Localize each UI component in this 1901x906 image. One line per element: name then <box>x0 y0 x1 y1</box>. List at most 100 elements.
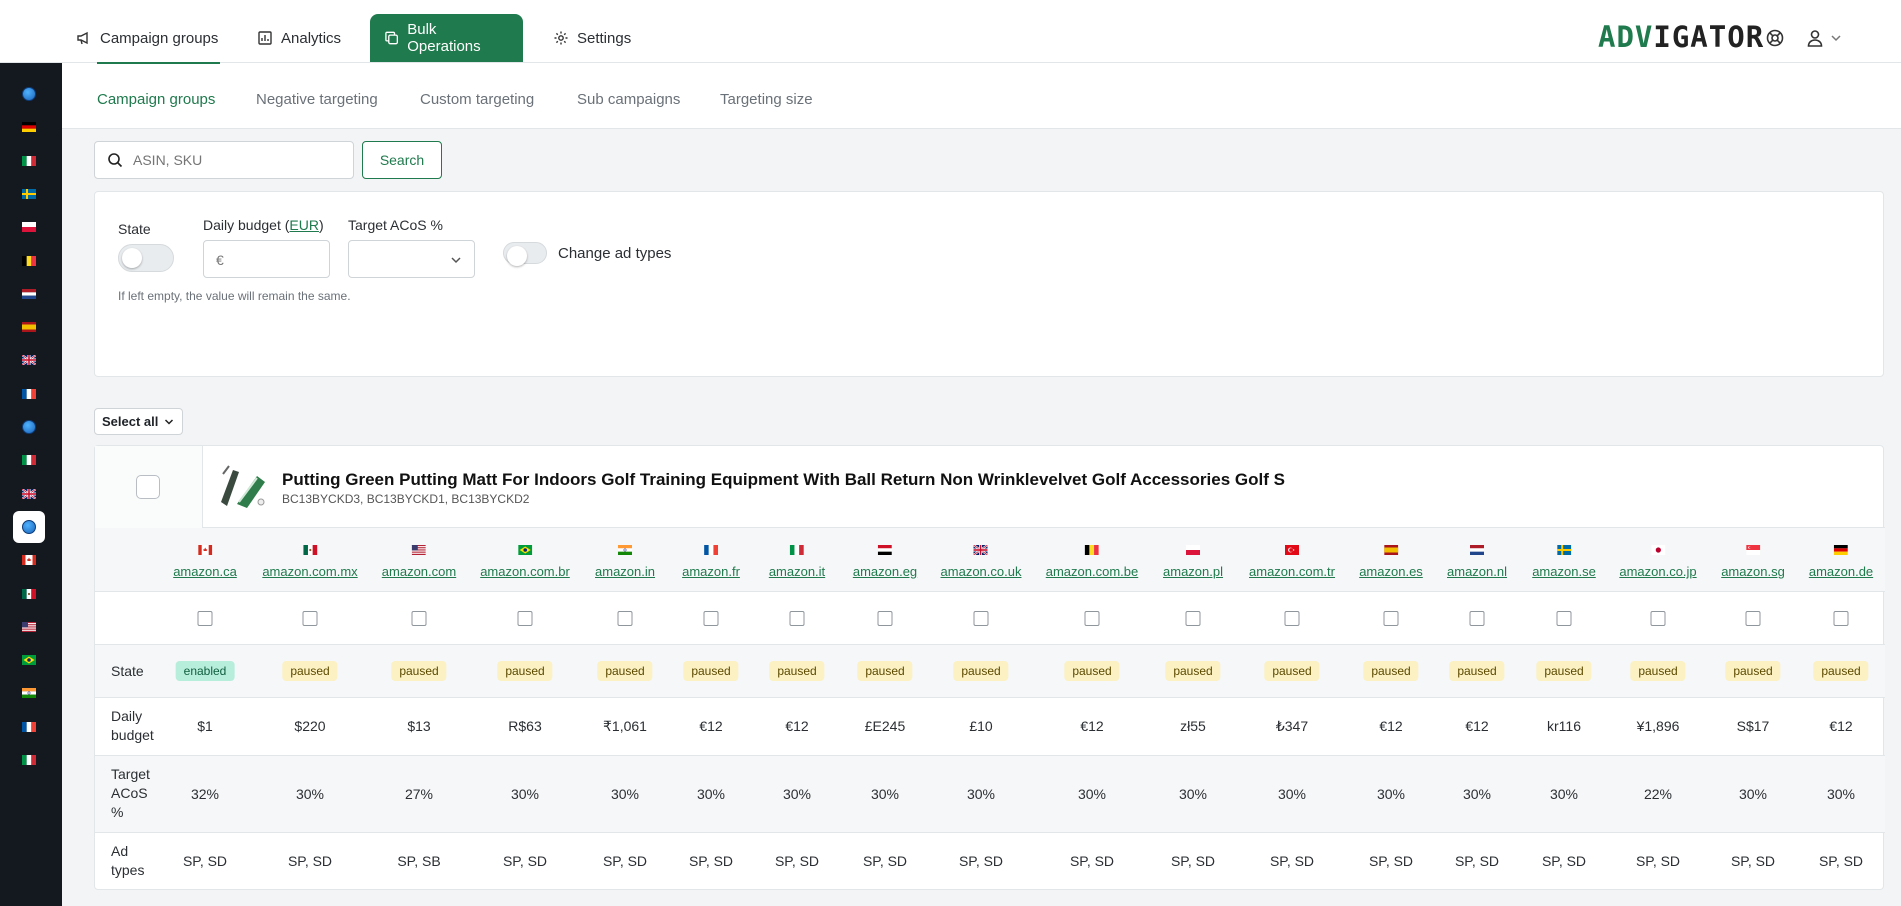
target-acos-select[interactable] <box>348 240 475 278</box>
marketplace-link[interactable]: amazon.se <box>1532 564 1596 579</box>
marketplace-checkbox[interactable] <box>517 611 533 626</box>
marketplace-checkbox[interactable] <box>973 611 989 626</box>
marketplace-link[interactable]: amazon.co.uk <box>941 564 1022 579</box>
sidebar-flag-fr[interactable] <box>13 711 45 743</box>
flag-icon <box>262 542 357 558</box>
advigator-logo[interactable]: ADVIGATOR <box>1598 20 1764 54</box>
sidebar-flag-it[interactable] <box>13 744 45 776</box>
daily-budget-input[interactable]: € <box>203 240 330 278</box>
marketplace-checkbox[interactable] <box>302 611 318 626</box>
sidebar-flag-pl[interactable] <box>13 211 45 243</box>
user-icon[interactable] <box>1805 28 1825 48</box>
subtab-targeting-size[interactable]: Targeting size <box>720 91 813 108</box>
sidebar-flag-fr[interactable] <box>13 378 45 410</box>
subtab-sub-campaigns[interactable]: Sub campaigns <box>577 91 680 108</box>
sidebar-flag-br[interactable] <box>13 644 45 676</box>
search-field[interactable] <box>94 141 354 179</box>
currency-link[interactable]: EUR <box>289 217 319 233</box>
target-acos-row: Target ACoS% 32% 30% 27% 30% 30% 30% 30% 30% 30% 3… <box>95 756 1885 833</box>
ad-types-value: SP, SD <box>862 853 908 869</box>
marketplace-checkbox[interactable] <box>411 611 427 626</box>
marketplace-link[interactable]: amazon.nl <box>1447 564 1507 579</box>
marketplace-checkbox[interactable] <box>197 611 213 626</box>
subtab-campaign-groups[interactable]: Campaign groups <box>97 91 215 108</box>
ad-types-row-label: Ad types <box>111 843 145 878</box>
flag-icon <box>1721 542 1785 558</box>
marketplace-select-de <box>1833 611 1849 626</box>
marketplace-link[interactable]: amazon.pl <box>1163 564 1223 579</box>
sidebar-flag-us[interactable] <box>13 611 45 643</box>
sidebar-flag-uk[interactable] <box>13 344 45 376</box>
product-checkbox[interactable] <box>136 475 160 499</box>
marketplace-header-nl: amazon.nl <box>1447 542 1507 579</box>
marketplace-link[interactable]: amazon.fr <box>682 564 740 579</box>
marketplace-checkbox[interactable] <box>1284 611 1300 626</box>
target-acos-value: 32% <box>190 786 220 802</box>
target-acos-value: 22% <box>1643 786 1673 802</box>
chevron-down-icon[interactable] <box>1830 28 1842 48</box>
status-badge: paused <box>1813 661 1869 681</box>
daily-budget-value: S$17 <box>1736 718 1770 734</box>
marketplace-checkbox[interactable] <box>703 611 719 626</box>
state-toggle[interactable] <box>118 244 174 272</box>
nav-bulk-operations[interactable]: Bulk Operations <box>370 14 523 62</box>
marketplace-checkbox[interactable] <box>1745 611 1761 626</box>
state-cell: paused <box>953 661 1009 681</box>
sidebar-flag-uk[interactable] <box>13 478 45 510</box>
state-cell: paused <box>1449 661 1505 681</box>
marketplace-checkbox[interactable] <box>1383 611 1399 626</box>
sidebar-flag-it[interactable] <box>13 444 45 476</box>
globe-icon[interactable] <box>13 411 45 443</box>
sidebar-flag-ca[interactable] <box>13 544 45 576</box>
search-input[interactable] <box>133 152 333 168</box>
sidebar-flag-es[interactable] <box>13 311 45 343</box>
marketplace-link[interactable]: amazon.eg <box>853 564 917 579</box>
sidebar-flag-it[interactable] <box>13 145 45 177</box>
globe-icon[interactable] <box>13 510 45 543</box>
select-all-dropdown[interactable]: Select all <box>94 408 183 435</box>
sidebar-flag-in[interactable] <box>13 677 45 709</box>
nav-campaign-groups[interactable]: Campaign groups <box>62 14 232 62</box>
sidebar-flag-de[interactable] <box>13 111 45 143</box>
marketplace-checkbox[interactable] <box>1556 611 1572 626</box>
marketplace-link[interactable]: amazon.co.jp <box>1619 564 1696 579</box>
target-acos-value: 30% <box>782 786 812 802</box>
marketplace-link[interactable]: amazon.de <box>1809 564 1873 579</box>
subtab-negative-targeting[interactable]: Negative targeting <box>256 91 378 108</box>
nav-settings[interactable]: Settings <box>539 14 645 62</box>
marketplace-checkbox[interactable] <box>1833 611 1849 626</box>
ad-types-label: Change ad types <box>558 245 672 262</box>
marketplace-link[interactable]: amazon.com <box>382 564 456 579</box>
help-buoy-icon[interactable] <box>1765 28 1785 48</box>
marketplace-link[interactable]: amazon.com.br <box>480 564 570 579</box>
marketplace-link[interactable]: amazon.com.be <box>1046 564 1139 579</box>
marketplace-checkbox[interactable] <box>1650 611 1666 626</box>
marketplace-link[interactable]: amazon.com.tr <box>1249 564 1335 579</box>
marketplace-link[interactable]: amazon.ca <box>173 564 237 579</box>
marketplace-link[interactable]: amazon.in <box>595 564 655 579</box>
marketplace-link[interactable]: amazon.it <box>769 564 825 579</box>
sidebar-flag-mx[interactable] <box>13 578 45 610</box>
target-acos-value: 30% <box>1277 786 1307 802</box>
marketplace-checkbox[interactable] <box>1185 611 1201 626</box>
nav-analytics[interactable]: Analytics <box>243 14 355 62</box>
marketplace-link[interactable]: amazon.sg <box>1721 564 1785 579</box>
globe-icon[interactable] <box>13 78 45 110</box>
state-cell: paused <box>1264 661 1320 681</box>
ad-types-toggle[interactable] <box>503 242 547 266</box>
sidebar-flag-be[interactable] <box>13 245 45 277</box>
sidebar-flag-se[interactable] <box>13 178 45 210</box>
marketplace-link[interactable]: amazon.es <box>1359 564 1423 579</box>
marketplace-checkbox[interactable] <box>617 611 633 626</box>
marketplace-checkbox[interactable] <box>877 611 893 626</box>
sidebar-flag-nl[interactable] <box>13 278 45 310</box>
status-badge: paused <box>769 661 825 681</box>
target-acos-value: 30% <box>966 786 996 802</box>
marketplace-checkbox[interactable] <box>1469 611 1485 626</box>
search-button[interactable]: Search <box>362 141 442 179</box>
marketplace-link[interactable]: amazon.com.mx <box>262 564 357 579</box>
status-badge: paused <box>1165 661 1221 681</box>
marketplace-checkbox[interactable] <box>1084 611 1100 626</box>
marketplace-checkbox[interactable] <box>789 611 805 626</box>
subtab-custom-targeting[interactable]: Custom targeting <box>420 91 534 108</box>
